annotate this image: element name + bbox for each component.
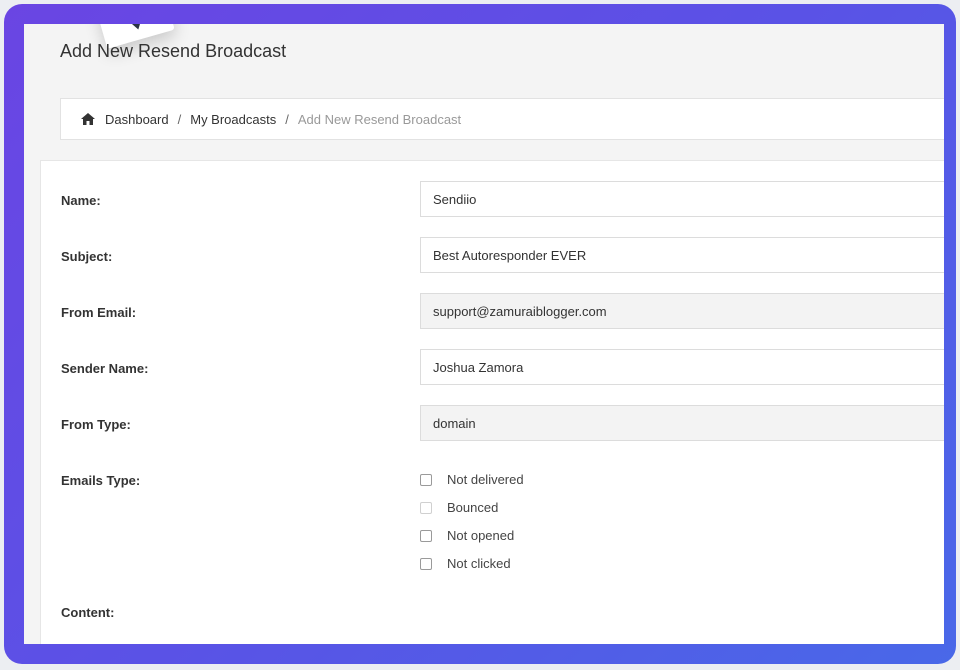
breadcrumb-my-broadcasts[interactable]: My Broadcasts [190,112,276,127]
name-field[interactable]: Sendiio [420,181,944,217]
sender-name-label: Sender Name: [61,361,149,376]
subject-field[interactable]: Best Autoresponder EVER [420,237,944,273]
breadcrumb: Dashboard / My Broadcasts / Add New Rese… [60,98,944,140]
from-type-field[interactable]: domain [420,405,944,441]
emails-type-label: Emails Type: [61,473,141,488]
chevron-down-icon [126,24,147,32]
checkbox-box[interactable] [420,557,432,570]
checkbox-not-opened[interactable]: Not opened [420,528,514,543]
breadcrumb-dashboard[interactable]: Dashboard [105,112,169,127]
checkbox-label: Not delivered [447,472,524,487]
checkbox-label: Not opened [447,528,515,543]
app-screen: Add New Resend Broadcast Dashboard / My … [24,24,944,644]
checkbox-box[interactable] [420,501,432,514]
checkbox-not-delivered[interactable]: Not delivered [420,472,524,487]
checkbox-label: Not clicked [447,556,511,571]
checkbox-bounced[interactable]: Bounced [420,500,498,515]
subject-label: Subject: [61,249,113,264]
breadcrumb-separator: / [177,111,182,127]
from-email-label: From Email: [61,305,137,320]
checkbox-not-clicked[interactable]: Not clicked [420,556,511,571]
sender-name-field[interactable]: Joshua Zamora [420,349,944,385]
checkbox-box[interactable] [420,473,432,486]
from-email-field[interactable]: support@zamuraiblogger.com [420,293,944,329]
from-type-label: From Type: [61,417,131,432]
breadcrumb-separator: / [285,111,289,127]
checkbox-box[interactable] [420,529,432,542]
content-label: Content: [61,605,115,620]
home-icon[interactable] [81,113,95,125]
breadcrumb-current: Add New Resend Broadcast [297,111,462,127]
gradient-frame: Add New Resend Broadcast Dashboard / My … [4,4,956,664]
checkbox-label: Bounced [447,500,499,515]
page-title: Add New Resend Broadcast [60,41,287,61]
name-label: Name: [61,193,101,208]
broadcast-form: Name: Sendiio Subject: Best Autoresponde… [40,160,944,644]
